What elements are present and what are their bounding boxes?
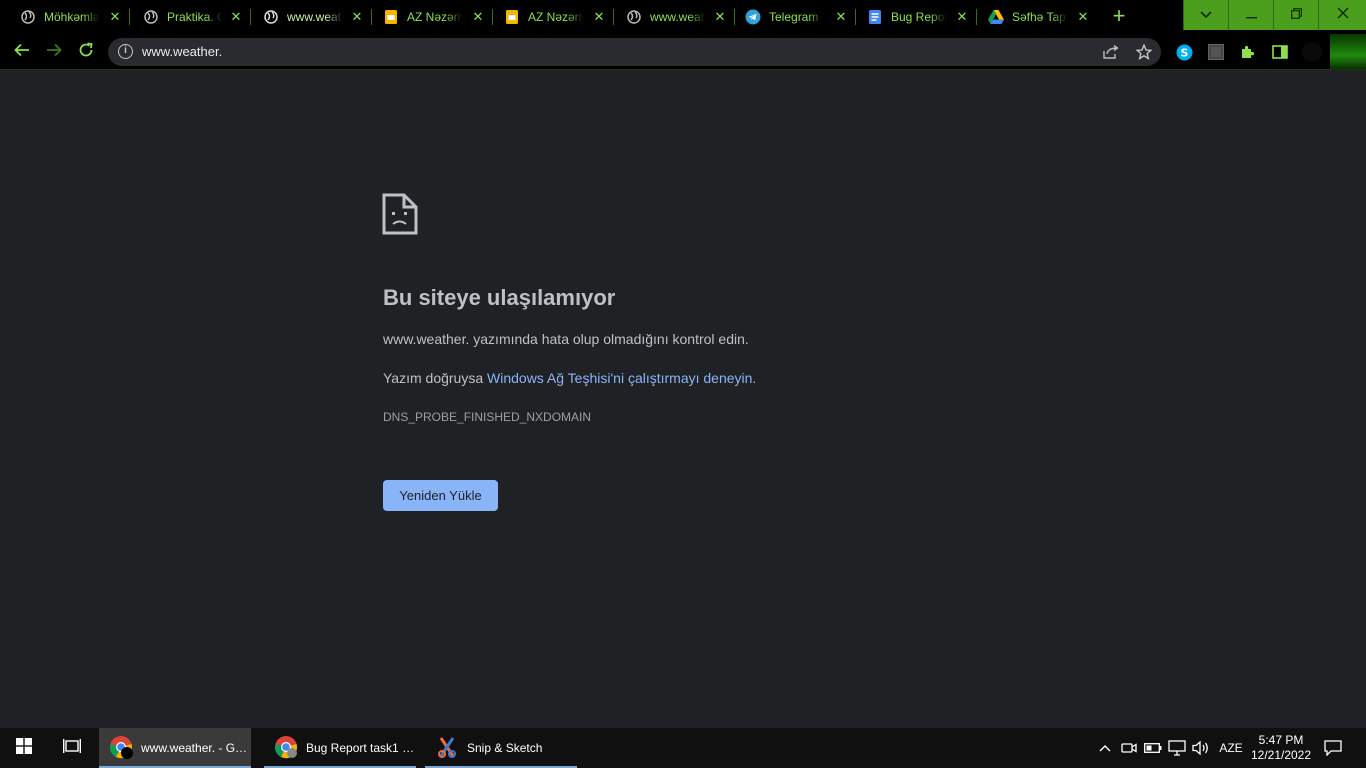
slides-icon [504, 9, 520, 25]
minimize-button[interactable] [1228, 0, 1273, 30]
globe-icon [20, 9, 36, 25]
browser-tab[interactable]: Bug Repor ✕ [856, 0, 977, 34]
globe-icon [143, 9, 159, 25]
suggestion-text: Yazım doğruysa [383, 370, 488, 386]
restore-icon [1290, 6, 1302, 24]
globe-icon [263, 9, 279, 25]
chrome-icon [109, 735, 133, 762]
tab-close-icon[interactable]: ✕ [955, 10, 969, 24]
tab-strip: Möhkəmlə ✕ Praktika. C ✕ www.weat ✕ AZ N… [0, 0, 1366, 34]
skype-icon[interactable]: S [1175, 43, 1193, 61]
close-icon [1337, 6, 1349, 24]
sad-document-icon [382, 193, 418, 235]
taskbar-app-chrome[interactable]: Bug Report task1 - ... [264, 728, 416, 768]
task-view-icon [63, 738, 81, 759]
page-content [0, 71, 1366, 728]
network-icon[interactable] [1167, 738, 1187, 758]
windows-icon [16, 737, 32, 759]
tab-title: Səfhə Tapı [1012, 10, 1068, 24]
puzzle-icon[interactable] [1239, 43, 1257, 61]
taskbar-app-label: Snip & Sketch [467, 741, 543, 755]
reload-button[interactable] [74, 40, 98, 64]
share-icon[interactable] [1102, 43, 1120, 61]
side-panel-icon[interactable] [1271, 43, 1289, 61]
tab-close-icon[interactable]: ✕ [713, 10, 727, 24]
bookmark-star-icon[interactable] [1135, 43, 1153, 61]
tab-close-icon[interactable]: ✕ [834, 10, 848, 24]
info-icon[interactable]: i [118, 44, 133, 59]
avatar[interactable] [1302, 42, 1322, 62]
tab-title: www.weat [287, 10, 342, 24]
tab-close-icon[interactable]: ✕ [108, 10, 122, 24]
close-window-button[interactable] [1318, 0, 1366, 30]
forward-button[interactable] [42, 40, 66, 64]
browser-tab[interactable]: Praktika. C ✕ [130, 0, 251, 34]
arrow-right-icon [46, 43, 62, 62]
globe-icon [626, 9, 642, 25]
browser-tab[interactable]: www.weat ✕ [614, 0, 735, 34]
browser-tab[interactable]: AZ Nəzəriy ✕ [493, 0, 614, 34]
battery-icon[interactable] [1143, 738, 1163, 758]
browser-tab[interactable]: Möhkəmlə ✕ [0, 0, 130, 34]
tab-close-icon[interactable]: ✕ [229, 10, 243, 24]
back-button[interactable] [10, 40, 34, 64]
tab-close-icon[interactable]: ✕ [471, 10, 485, 24]
extension-icon[interactable] [1207, 43, 1225, 61]
volume-icon[interactable] [1191, 738, 1211, 758]
tab-search-button[interactable] [1183, 0, 1228, 30]
address-bar[interactable]: i www.weather. [108, 38, 1161, 66]
telegram-icon [745, 9, 761, 25]
arrow-left-icon [14, 43, 30, 62]
taskbar-app-label: www.weather. - Go... [141, 741, 251, 755]
svg-text:S: S [1180, 46, 1188, 59]
notification-icon[interactable] [1323, 738, 1343, 758]
chevron-down-icon [1200, 6, 1212, 24]
tab-title: Telegram [769, 10, 819, 24]
tab-title: Praktika. C [167, 10, 223, 24]
error-suggestion: Yazım doğruysa Windows Ağ Teşhisi'ni çal… [383, 370, 756, 386]
address-url[interactable]: www.weather. [142, 44, 222, 59]
system-clock[interactable]: 5:47 PM 12/21/2022 [1250, 733, 1312, 763]
browser-tab-active[interactable]: www.weat ✕ [251, 0, 372, 34]
tab-close-icon[interactable]: ✕ [592, 10, 606, 24]
tab-title: AZ Nəzəriy [528, 10, 584, 24]
docs-icon [867, 9, 883, 25]
snip-sketch-icon [435, 735, 459, 762]
refresh-icon [78, 42, 94, 63]
browser-tab[interactable]: Telegram ✕ [735, 0, 856, 34]
start-button[interactable] [0, 728, 48, 768]
chevron-up-icon[interactable] [1095, 738, 1115, 758]
drive-icon [988, 9, 1004, 25]
task-view-button[interactable] [48, 728, 96, 768]
tab-close-icon[interactable]: ✕ [1076, 10, 1090, 24]
tab-title: www.weat [650, 10, 705, 24]
page-title: Bu siteye ulaşılamıyor [383, 285, 616, 310]
decorative-glow [1330, 34, 1366, 70]
meet-now-icon[interactable] [1119, 738, 1139, 758]
language-indicator[interactable]: AZE [1218, 738, 1244, 758]
taskbar-app-chrome[interactable]: www.weather. - Go... [99, 728, 251, 768]
clock-time: 5:47 PM [1258, 733, 1304, 747]
tab-title: AZ Nəzəriy [407, 10, 463, 24]
clock-date: 12/21/2022 [1250, 748, 1312, 762]
tab-close-icon[interactable]: ✕ [350, 10, 364, 24]
chrome-icon [274, 735, 298, 762]
taskbar-app-label: Bug Report task1 - ... [306, 741, 416, 755]
error-code: DNS_PROBE_FINISHED_NXDOMAIN [383, 410, 592, 424]
taskbar-app-snip-sketch[interactable]: Snip & Sketch [425, 728, 577, 768]
new-tab-button[interactable]: + [1106, 5, 1132, 29]
restore-button[interactable] [1273, 0, 1318, 30]
reload-page-button[interactable]: Yeniden Yükle [383, 480, 498, 511]
slides-icon [383, 9, 399, 25]
browser-tab[interactable]: Səfhə Tapı ✕ [977, 0, 1098, 34]
tab-title: Möhkəmlə [44, 10, 100, 24]
network-diagnostics-link[interactable]: Windows Ağ Teşhisi'ni çalıştırmayı deney… [487, 370, 756, 386]
minimize-icon [1245, 6, 1257, 24]
tab-title: Bug Repor [891, 10, 947, 24]
error-description: www.weather. yazımında hata olup olmadığ… [383, 331, 749, 347]
browser-tab[interactable]: AZ Nəzəriy ✕ [372, 0, 493, 34]
